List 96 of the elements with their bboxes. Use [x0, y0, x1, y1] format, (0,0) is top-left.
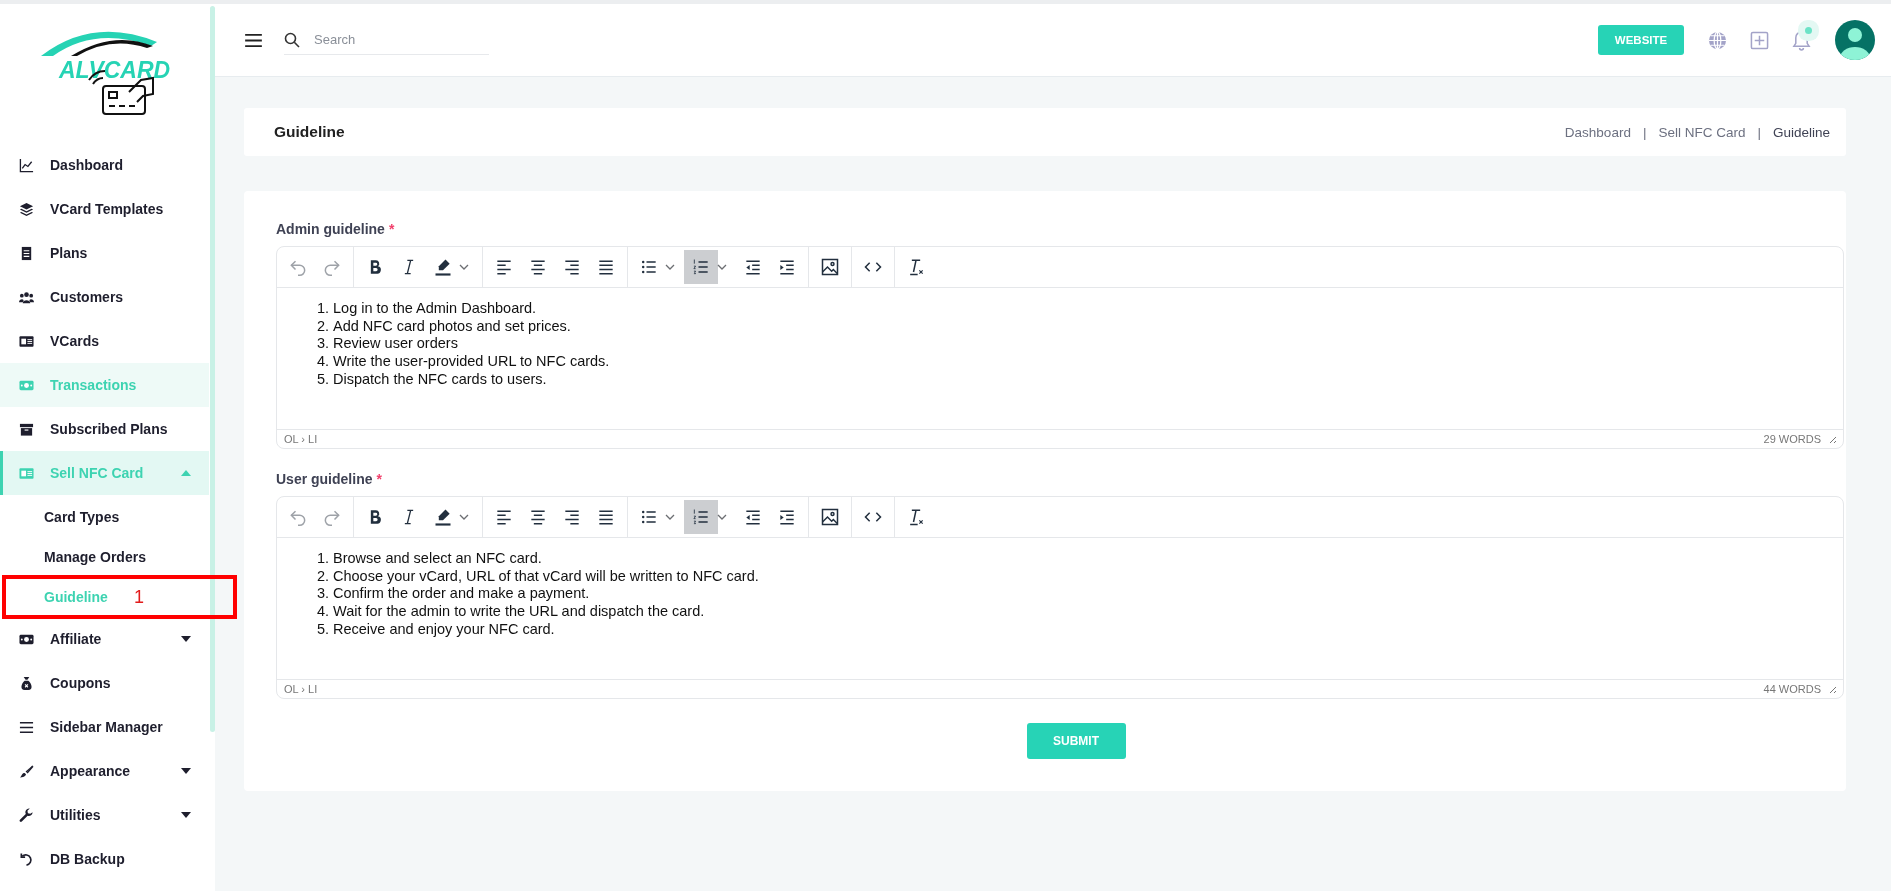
- breadcrumb-link[interactable]: Sell NFC Card: [1658, 124, 1746, 140]
- align-center-icon: [528, 507, 548, 527]
- money-bag-icon: [19, 675, 34, 691]
- field-label: User guideline: [276, 471, 373, 487]
- breadcrumb-current: Guideline: [1772, 124, 1830, 140]
- paintbrush-icon: [19, 763, 34, 779]
- breadcrumb-link[interactable]: Dashboard: [1564, 124, 1631, 140]
- sidebar-item[interactable]: Appearance: [0, 749, 209, 793]
- list-item: Browse and select an NFC card.: [333, 550, 542, 568]
- indent-icon: [777, 257, 797, 277]
- list-number: 5.: [315, 370, 329, 389]
- search-icon: [284, 31, 300, 48]
- resize-handle-icon[interactable]: [1827, 684, 1837, 694]
- required-mark: *: [388, 221, 395, 237]
- element-path: OL › LI: [284, 433, 319, 445]
- outdent-icon: [743, 257, 763, 277]
- marker-icon: [433, 507, 453, 527]
- align-right-icon: [562, 507, 582, 527]
- sidebar-item[interactable]: Subscribed Plans: [0, 407, 209, 451]
- layers-icon: [19, 201, 34, 217]
- field-label: Admin guideline: [276, 221, 385, 237]
- id-card-icon: [19, 333, 34, 349]
- list-item: Choose your vCard, URL of that vCard will be written to NFC card.: [333, 567, 759, 586]
- sidebar-item[interactable]: VCard Templates: [0, 187, 209, 231]
- list-item: Write the user-provided URL to NFC cards.: [333, 353, 610, 371]
- image-icon: [820, 507, 840, 527]
- sidebar-item[interactable]: Customers: [0, 275, 209, 319]
- chevron-down-icon: [665, 264, 675, 270]
- list-item: Dispatch the NFC cards to users.: [333, 370, 547, 389]
- menu-lines-icon: [19, 719, 34, 735]
- list-item: Receive and enjoy your NFC card.: [333, 620, 555, 639]
- element-path: OL › LI: [284, 683, 319, 695]
- menu-icon[interactable]: [245, 33, 262, 47]
- list-number: 1.: [315, 300, 329, 318]
- required-mark: *: [376, 471, 382, 487]
- sidebar-item[interactable]: Plans: [0, 231, 209, 275]
- align-left-icon: [494, 257, 514, 277]
- caret-icon: [181, 636, 191, 642]
- align-left-icon: [494, 507, 514, 527]
- avatar-icon[interactable]: [1835, 20, 1875, 60]
- indent-icon: [777, 507, 797, 527]
- id-card-icon: [19, 465, 34, 481]
- sidebar-item[interactable]: Affiliate: [0, 617, 209, 661]
- logo-text: ALVCARD: [58, 57, 170, 83]
- outdent-icon: [743, 507, 763, 527]
- breadcrumb-separator: |: [1757, 124, 1761, 140]
- list-number: 4.: [315, 603, 329, 621]
- list-number: 4.: [315, 353, 329, 371]
- caret-icon: [181, 812, 191, 818]
- sidebar-subitem[interactable]: Manage Orders: [44, 543, 146, 571]
- users-icon: [19, 289, 34, 305]
- breadcrumb-separator: |: [1642, 124, 1647, 140]
- sidebar-item[interactable]: Sidebar Manager: [0, 705, 209, 749]
- chevron-down-icon: [459, 264, 469, 270]
- page-title: Guideline: [274, 123, 346, 141]
- sidebar-item[interactable]: Coupons: [0, 661, 209, 705]
- chevron-down-icon: [717, 264, 727, 270]
- chevron-down-icon: [665, 514, 675, 520]
- sidebar-item[interactable]: Dashboard: [0, 143, 209, 187]
- caret-icon: [181, 768, 191, 774]
- resize-handle-icon[interactable]: [1827, 434, 1837, 444]
- caret-icon: [181, 470, 191, 476]
- chevron-down-icon: [459, 514, 469, 520]
- rotate-left-icon: [19, 851, 34, 867]
- editor-content[interactable]: 1. Log in to the Admin Dashboard. 2. Add NFC card photos and set prices. 3. Review user orders 4. Write the user-provided URL to NFC cards. 5. Dispatch the NFC cards to users.: [277, 288, 1843, 429]
- list-item: Confirm the order and make a payment.: [333, 585, 590, 604]
- list-number: 5.: [315, 620, 329, 639]
- sidebar-subitem[interactable]: Card Types: [44, 503, 120, 531]
- search-field[interactable]: Search: [312, 31, 476, 48]
- list-item: Wait for the admin to write the URL and dispatch the card.: [333, 603, 705, 621]
- chevron-down-icon: [717, 514, 727, 520]
- list-item: Review user orders: [333, 335, 458, 354]
- wrench-icon: [19, 807, 34, 823]
- justify-icon: [596, 507, 616, 527]
- marker-icon: [433, 257, 453, 277]
- list-number: 2.: [315, 567, 329, 586]
- receipt-icon: [19, 245, 34, 261]
- word-count: 44 WORDS: [1763, 683, 1821, 695]
- image-icon: [820, 257, 840, 277]
- list-item: Add NFC card photos and set prices.: [333, 317, 571, 336]
- list-number: 3.: [315, 585, 329, 604]
- list-number: 1.: [315, 550, 329, 568]
- sidebar-item[interactable]: Utilities: [0, 793, 209, 837]
- justify-icon: [596, 257, 616, 277]
- scrollbar[interactable]: [210, 6, 215, 732]
- word-count: 29 WORDS: [1763, 433, 1821, 445]
- sidebar-item[interactable]: DB Backup: [0, 837, 209, 881]
- sidebar-item[interactable]: VCards: [0, 319, 209, 363]
- list-item: Log in to the Admin Dashboard.: [333, 300, 537, 318]
- annotation-label: 1: [134, 586, 144, 608]
- list-number: 2.: [315, 317, 329, 336]
- align-center-icon: [528, 257, 548, 277]
- list-number: 3.: [315, 335, 329, 354]
- archive-box-icon: [19, 421, 34, 437]
- line-chart-icon: [19, 157, 34, 173]
- align-right-icon: [562, 257, 582, 277]
